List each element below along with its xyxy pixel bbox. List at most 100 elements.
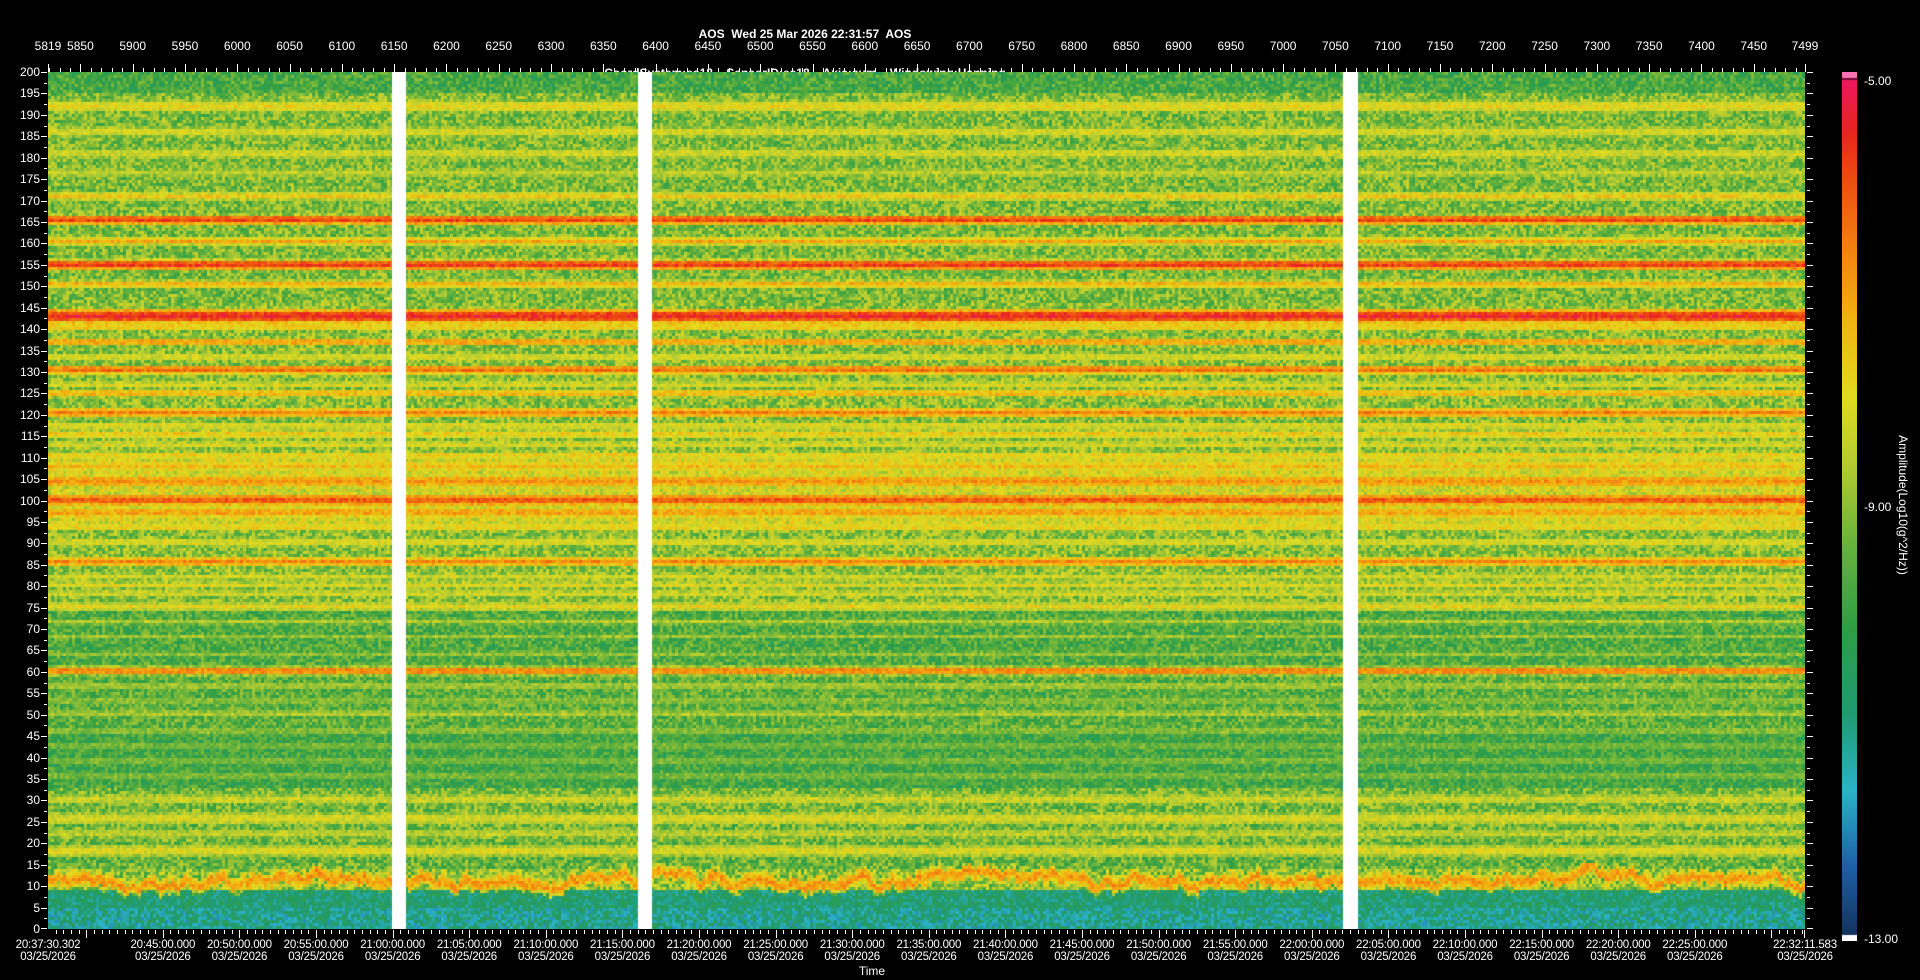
- bottom-minor-tick: [193, 930, 195, 934]
- top-axis-tick-label: 7250: [1531, 39, 1558, 53]
- left-major-tick: [41, 243, 47, 245]
- left-minor-tick: [44, 82, 47, 84]
- left-minor-tick: [44, 875, 47, 877]
- left-major-tick: [41, 521, 47, 523]
- left-axis-tick-label: 190: [19, 107, 40, 122]
- top-axis-tick-label: 6450: [694, 39, 722, 53]
- bottom-major-tick: [1465, 930, 1466, 938]
- bottom-minor-tick: [798, 930, 800, 934]
- left-major-tick: [41, 286, 47, 288]
- bottom-minor-tick: [109, 930, 111, 934]
- top-major-tick: [1073, 64, 1075, 72]
- bottom-minor-tick: [1579, 930, 1581, 934]
- right-minor-tick: [1807, 768, 1810, 770]
- bottom-minor-tick: [1043, 930, 1045, 934]
- top-axis-tick-label: 6400: [642, 39, 669, 53]
- top-axis-tick-label: 7000: [1269, 39, 1297, 53]
- bottom-minor-tick: [683, 930, 685, 934]
- bottom-minor-tick: [1150, 930, 1152, 934]
- bottom-minor-tick: [867, 930, 869, 934]
- bottom-minor-tick: [346, 930, 348, 934]
- time-value: 21:20:00.000: [666, 939, 732, 951]
- date-value: 03/25/2026: [901, 951, 957, 963]
- left-minor-tick: [44, 854, 47, 855]
- left-minor-tick: [44, 446, 47, 448]
- bottom-minor-tick: [538, 930, 540, 934]
- colorbar-min-label: -13.00: [1864, 932, 1899, 946]
- time-value: 22:00:00.000: [1279, 939, 1345, 951]
- top-major-tick: [48, 64, 49, 72]
- bottom-minor-tick: [1051, 930, 1053, 934]
- spectrogram-canvas[interactable]: [48, 72, 1805, 929]
- right-major-tick: [1807, 307, 1813, 309]
- date-value: 03/25/2026: [441, 951, 497, 963]
- right-major-tick: [1807, 157, 1813, 159]
- time-value: 22:10:00.000: [1432, 939, 1498, 951]
- left-major-tick: [41, 72, 47, 73]
- bottom-minor-tick: [1242, 930, 1244, 934]
- top-major-tick: [1492, 64, 1494, 72]
- bottom-minor-tick: [70, 930, 72, 934]
- bottom-minor-tick: [1104, 930, 1106, 934]
- bottom-major-tick: [1541, 930, 1543, 938]
- bottom-axis-tick-label: 22:25:00.000 03/25/2026: [1662, 939, 1727, 963]
- bottom-minor-tick: [1173, 930, 1175, 934]
- right-major-tick: [1807, 907, 1813, 909]
- right-major-tick: [1807, 93, 1813, 95]
- left-axis-tick-label: 165: [19, 214, 40, 229]
- bottom-minor-tick: [1288, 930, 1290, 934]
- right-major-tick: [1807, 886, 1813, 888]
- bottom-major-tick: [852, 930, 854, 938]
- bottom-minor-tick: [1373, 930, 1375, 934]
- left-axis-tick-label: 60: [26, 664, 40, 679]
- bottom-axis-tick-label: 22:15:00.000 03/25/2026: [1509, 939, 1574, 963]
- top-major-tick: [1178, 64, 1180, 72]
- left-axis-tick-label: 145: [19, 300, 40, 315]
- top-major-tick: [917, 64, 919, 72]
- bottom-axis-tick-label: 21:25:00.000 03/25/2026: [743, 939, 808, 963]
- bottom-minor-tick: [1219, 930, 1221, 934]
- left-major-tick: [41, 329, 47, 331]
- bottom-minor-tick: [1319, 930, 1321, 934]
- left-axis-tick-label: 105: [19, 472, 40, 487]
- bottom-minor-tick: [438, 930, 440, 934]
- bottom-minor-tick: [476, 930, 478, 934]
- date-value: 03/25/2026: [211, 951, 268, 963]
- left-major-tick: [41, 157, 47, 159]
- bottom-minor-tick: [231, 930, 233, 934]
- bottom-minor-tick: [1112, 930, 1114, 934]
- bottom-minor-tick: [461, 930, 463, 934]
- bottom-minor-tick: [1595, 930, 1597, 934]
- bottom-minor-tick: [1135, 930, 1137, 934]
- time-value: 22:20:00.000: [1585, 939, 1651, 951]
- bottom-minor-tick: [821, 930, 823, 934]
- bottom-minor-tick: [1710, 930, 1712, 934]
- left-minor-tick: [44, 146, 47, 148]
- bottom-minor-tick: [913, 930, 915, 934]
- top-axis-tick-label: 7200: [1478, 39, 1506, 53]
- bottom-minor-tick: [1258, 930, 1260, 934]
- bottom-minor-tick: [1656, 930, 1658, 934]
- date-value: 03/25/2026: [288, 951, 344, 963]
- bottom-minor-tick: [1779, 930, 1781, 934]
- left-axis-tick-label: 5: [33, 900, 40, 915]
- bottom-minor-tick: [285, 930, 287, 934]
- bottom-minor-tick: [1281, 930, 1283, 934]
- right-major-tick: [1807, 543, 1813, 545]
- right-major-tick: [1807, 779, 1813, 781]
- time-value: 22:32:11.583: [1773, 939, 1837, 951]
- left-major-tick: [41, 436, 47, 438]
- bottom-minor-tick: [637, 930, 639, 934]
- right-minor-tick: [1807, 146, 1810, 148]
- top-axis-ticks: [48, 63, 1806, 72]
- bottom-minor-tick: [1564, 930, 1566, 934]
- bottom-minor-tick: [1013, 930, 1015, 934]
- top-axis-tick-label: 7499: [1791, 39, 1819, 53]
- right-major-tick: [1807, 671, 1813, 673]
- top-axis-tick-label: 7100: [1374, 39, 1402, 53]
- bottom-major-tick: [239, 930, 241, 938]
- bottom-minor-tick: [101, 930, 103, 934]
- bottom-major-tick: [775, 930, 777, 938]
- left-minor-tick: [44, 575, 47, 577]
- right-major-tick: [1807, 221, 1813, 223]
